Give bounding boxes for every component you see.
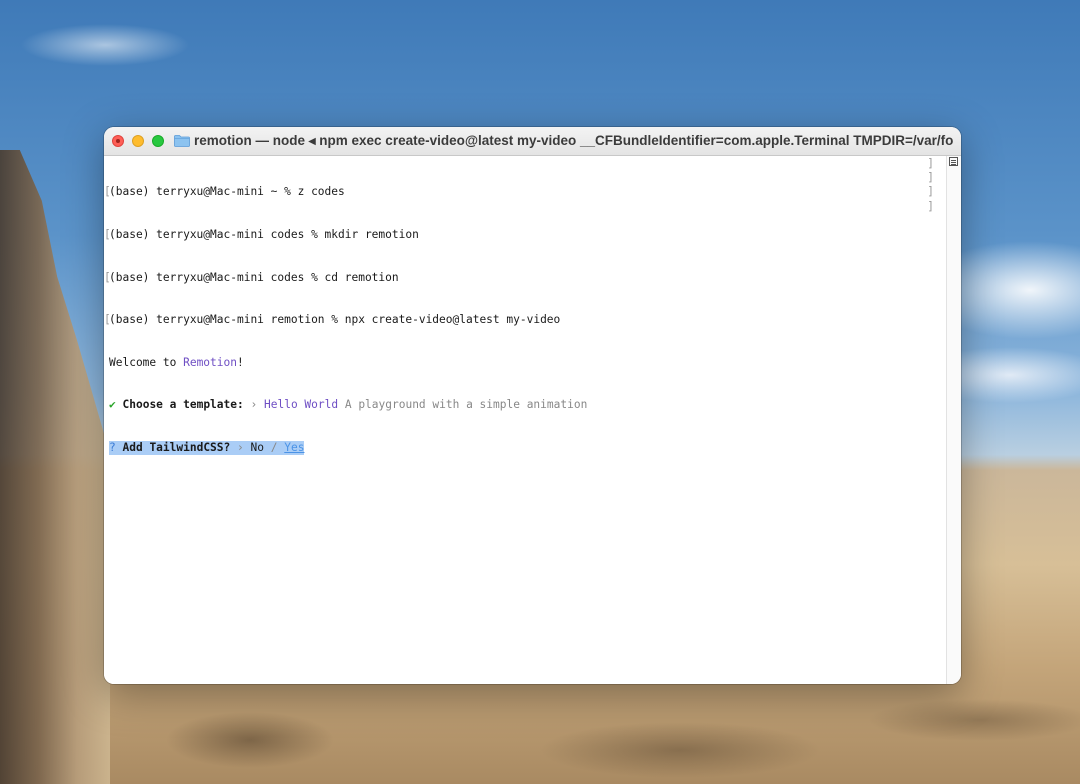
welcome-prefix: Welcome to [109, 355, 184, 369]
minimize-button[interactable] [132, 135, 144, 147]
tailwind-prompt-highlight: ? Add TailwindCSS? › No / Yes [109, 440, 305, 456]
template-description: A playground with a simple animation [344, 398, 588, 412]
command-text: (base) terryxu@Mac-mini remotion % npx c… [109, 313, 561, 327]
command-line: [(base) terryxu@Mac-mini remotion % npx … [104, 313, 587, 327]
command-line: [(base) terryxu@Mac-mini codes % mkdir r… [104, 228, 587, 242]
mark-bracket: [ [104, 313, 111, 327]
window-title-group: remotion — node ◂ npm exec create-video@… [174, 133, 954, 149]
template-prompt-line: ✔ Choose a template: › Hello World A pla… [109, 398, 587, 412]
chevron-right-icon: › [237, 440, 244, 454]
option-no[interactable]: No [251, 441, 264, 454]
option-yes[interactable]: Yes [284, 441, 304, 454]
vertical-scrollbar[interactable] [946, 156, 961, 684]
command-text: (base) terryxu@Mac-mini ~ % z codes [109, 185, 345, 199]
welcome-suffix: ! [236, 355, 244, 369]
mark-bracket: [ [104, 228, 111, 241]
chevron-right-icon: › [250, 398, 258, 412]
scroll-marks-icon[interactable] [949, 157, 958, 166]
tailwind-prompt-line[interactable]: ? Add TailwindCSS? › No / Yes [109, 440, 587, 456]
terminal-output[interactable]: [(base) terryxu@Mac-mini ~ % z codes [(b… [104, 157, 587, 484]
zoom-button[interactable] [152, 135, 164, 147]
traffic-lights [112, 135, 164, 147]
terminal-window[interactable]: remotion — node ◂ npm exec create-video@… [104, 127, 961, 684]
template-prompt-label: Choose a template: [122, 398, 244, 412]
welcome-brand: Remotion [183, 355, 237, 369]
option-separator: / [270, 440, 278, 454]
window-titlebar[interactable]: remotion — node ◂ npm exec create-video@… [104, 127, 961, 156]
mark-bracket: ] [927, 171, 934, 185]
mark-bracket: [ [104, 270, 111, 284]
mark-bracket: [ [104, 185, 111, 199]
check-icon: ✔ [109, 398, 116, 412]
command-text: (base) terryxu@Mac-mini codes % cd remot… [109, 270, 399, 284]
command-line: [(base) terryxu@Mac-mini codes % cd remo… [104, 270, 587, 285]
template-value: Hello World [264, 398, 339, 412]
tailwind-prompt-label: Add TailwindCSS? [122, 440, 231, 454]
wallpaper-ground [0, 680, 1080, 784]
folder-icon [174, 135, 190, 147]
command-line: [(base) terryxu@Mac-mini ~ % z codes [104, 185, 587, 199]
right-mark-column: ] ] ] ] [927, 157, 934, 214]
mark-bracket: ] [927, 199, 934, 213]
mark-bracket: ] [927, 157, 934, 170]
mark-bracket: ] [927, 185, 934, 199]
window-title: remotion — node ◂ npm exec create-video@… [194, 133, 954, 148]
question-icon: ? [109, 440, 116, 454]
welcome-line: Welcome to Remotion! [109, 356, 587, 370]
command-text: (base) terryxu@Mac-mini codes % mkdir re… [109, 228, 419, 241]
terminal-content[interactable]: [(base) terryxu@Mac-mini ~ % z codes [(b… [104, 156, 946, 684]
close-button[interactable] [112, 135, 124, 147]
